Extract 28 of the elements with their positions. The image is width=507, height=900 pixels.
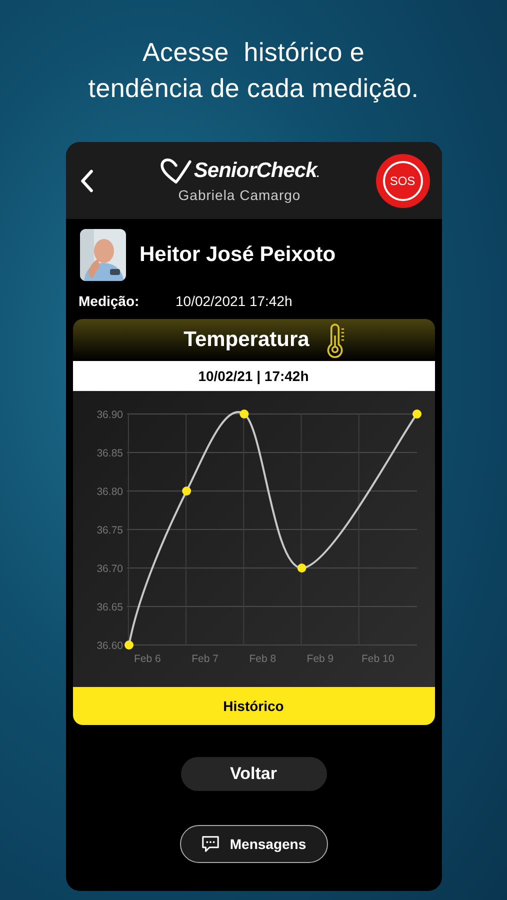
messages-button[interactable]: Mensagens	[180, 825, 328, 863]
measurement-label: Medição:	[78, 293, 140, 309]
card-title: Temperatura	[184, 328, 310, 352]
thermometer-icon	[325, 322, 346, 358]
x-tick-label: Feb 9	[306, 653, 334, 665]
y-tick-label: 36.75	[96, 524, 122, 536]
heart-check-icon	[160, 158, 192, 184]
x-tick-label: Feb 8	[248, 653, 276, 665]
back-icon[interactable]	[80, 168, 94, 194]
caregiver-name: Gabriela Camargo	[178, 187, 301, 203]
y-tick-label: 36.90	[96, 409, 122, 421]
history-button[interactable]: Histórico	[72, 687, 434, 725]
y-tick-label: 36.80	[96, 486, 122, 498]
headline: Acesse histórico e tendência de cada medição.	[88, 36, 419, 105]
y-tick-label: 36.60	[96, 640, 122, 652]
measurement-value: 10/02/2021 17:42h	[176, 293, 292, 309]
chart-date: 10/02/21 | 17:42h	[198, 368, 309, 384]
y-tick-label: 36.85	[96, 448, 122, 460]
patient-name: Heitor José Peixoto	[140, 243, 336, 267]
logo-text: SeniorCheck.	[194, 159, 320, 183]
back-button[interactable]: Voltar	[180, 757, 326, 791]
x-tick-label: Feb 10	[360, 653, 394, 665]
x-tick-label: Feb 7	[191, 653, 218, 665]
y-tick-label: 36.65	[96, 602, 122, 614]
sos-button[interactable]: SOS	[376, 154, 430, 208]
chat-bubble-icon	[200, 834, 220, 854]
x-tick-label: Feb 6	[134, 653, 160, 665]
y-tick-label: 36.70	[96, 563, 122, 575]
